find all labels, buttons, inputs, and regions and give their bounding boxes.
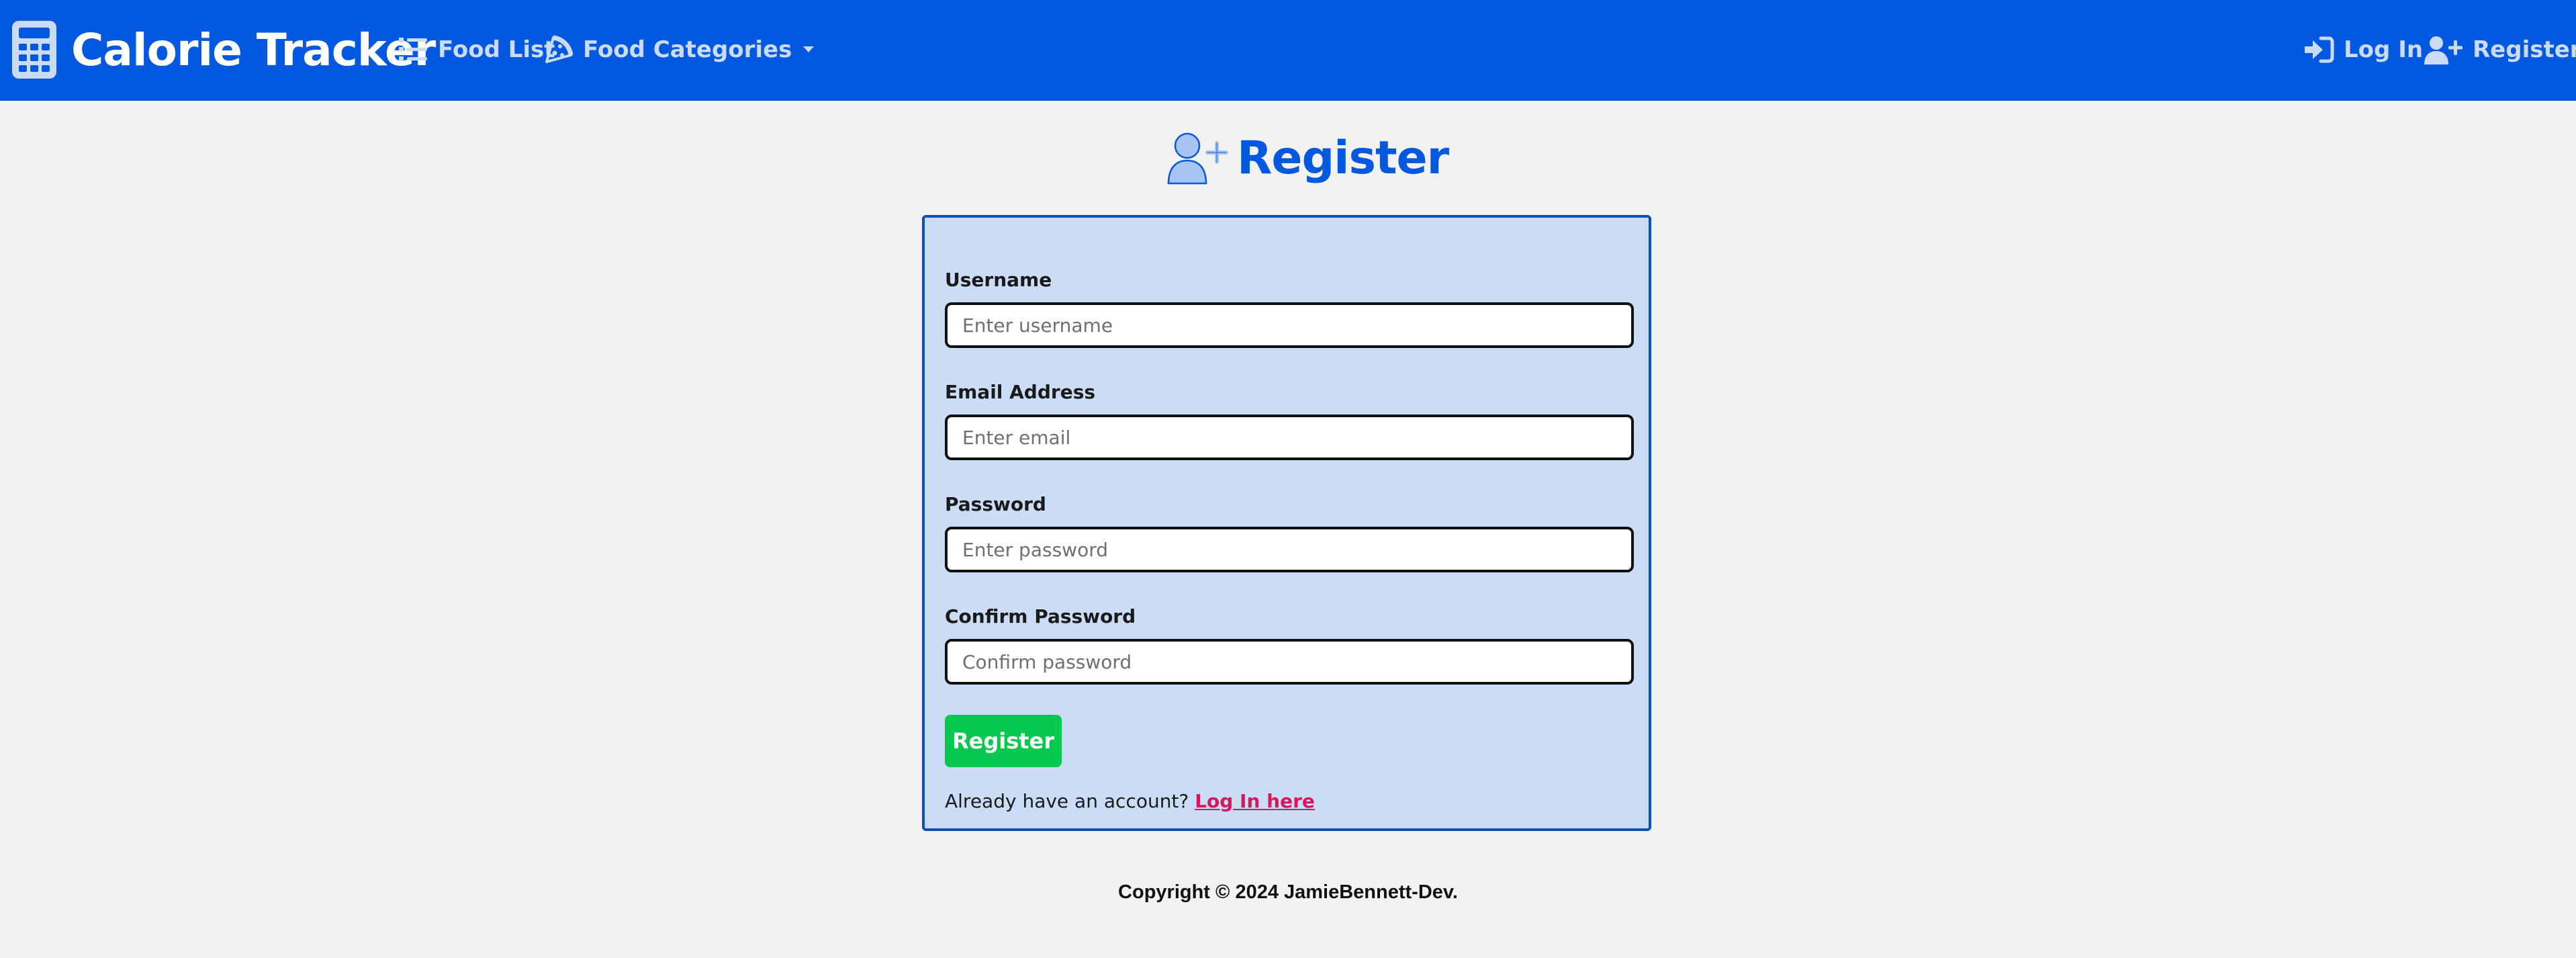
login-link[interactable]: Log In here [1195, 790, 1315, 812]
nav-food-list[interactable]: Food List [399, 31, 555, 69]
footer-copyright: Copyright © 2024 JamieBennett-Dev. [1118, 881, 1458, 903]
chevron-down-icon [803, 46, 815, 52]
login-prompt: Already have an account? Log In here [945, 790, 1315, 812]
nav-log-in-label: Log In [2344, 36, 2424, 63]
email-label: Email Address [945, 381, 1096, 403]
user-plus-icon [1167, 132, 1228, 185]
navbar: Calorie Tracker Food List Food Categorie… [0, 0, 2576, 101]
confirm-password-label: Confirm Password [945, 605, 1136, 627]
pizza-icon [545, 35, 573, 63]
password-label: Password [945, 493, 1046, 515]
username-input[interactable] [945, 302, 1634, 348]
register-form: Username Email Address Password Confirm … [922, 215, 1651, 831]
nav-food-list-label: Food List [438, 36, 555, 63]
nav-food-categories-label: Food Categories [583, 36, 792, 63]
calculator-icon [12, 21, 56, 79]
brand-title: Calorie Tracker [71, 24, 436, 76]
username-label: Username [945, 269, 1052, 291]
confirm-password-input[interactable] [945, 639, 1634, 685]
page-title: Register [1167, 128, 1449, 188]
page-title-text: Register [1237, 131, 1449, 185]
brand-link[interactable]: Calorie Tracker [11, 19, 436, 81]
sign-in-icon [2305, 36, 2334, 63]
user-plus-icon [2424, 36, 2463, 64]
register-button[interactable]: Register [945, 715, 1062, 767]
password-input[interactable] [945, 527, 1634, 572]
email-input[interactable] [945, 415, 1634, 460]
login-prompt-text: Already have an account? [945, 790, 1189, 812]
nav-register[interactable]: Register [2424, 31, 2576, 69]
list-icon [399, 38, 427, 61]
nav-food-categories-dropdown[interactable]: Food Categories [544, 31, 824, 69]
nav-register-label: Register [2473, 36, 2576, 63]
nav-log-in[interactable]: Log In [2303, 31, 2423, 69]
